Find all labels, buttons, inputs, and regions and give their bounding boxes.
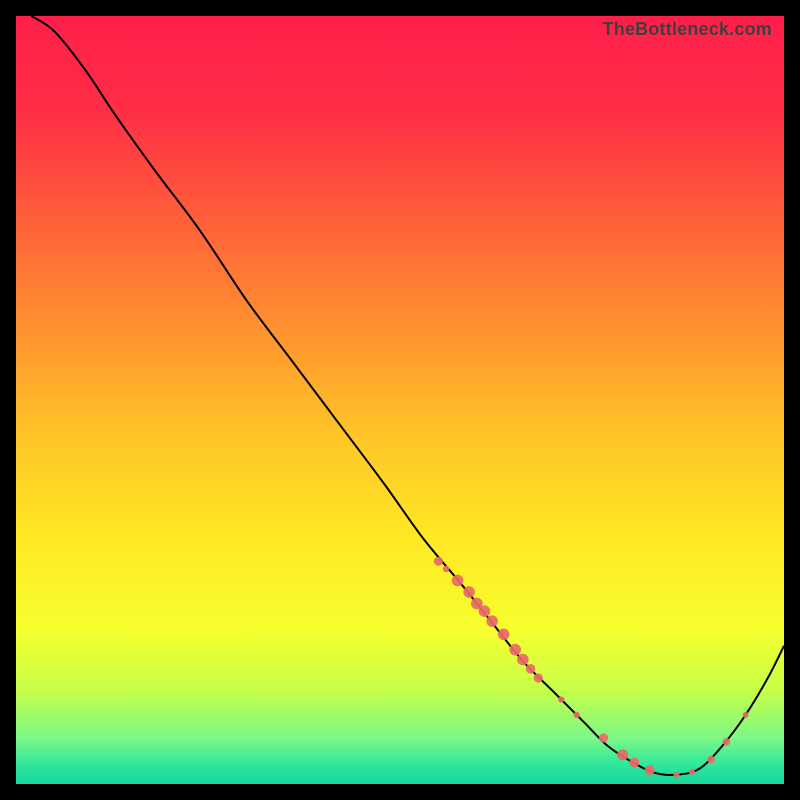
highlight-dot [617,749,628,760]
highlight-dot [534,673,543,682]
highlight-dot [498,628,510,640]
chart-plot [16,16,784,784]
chart-svg [16,16,784,784]
highlight-dot [517,654,529,666]
highlight-dot [463,586,475,598]
highlight-dot [443,566,449,572]
highlight-dot [599,733,608,742]
highlight-dot [629,758,639,768]
highlight-dot [479,605,491,617]
chart-frame: TheBottleneck.com [16,16,784,784]
attribution-text: TheBottleneck.com [603,19,772,40]
highlight-dot [452,575,464,587]
highlight-dot [723,738,731,746]
gradient-background [16,16,784,784]
highlight-dot [509,644,521,656]
highlight-dot [743,712,749,718]
highlight-dot [689,769,695,775]
highlight-dot [558,696,564,702]
highlight-dot [434,557,443,566]
highlight-dot [486,615,498,627]
highlight-dot [573,712,579,718]
highlight-dot [673,772,679,778]
highlight-dot [707,756,715,764]
highlight-dot [526,664,536,674]
highlight-dot [645,765,655,775]
